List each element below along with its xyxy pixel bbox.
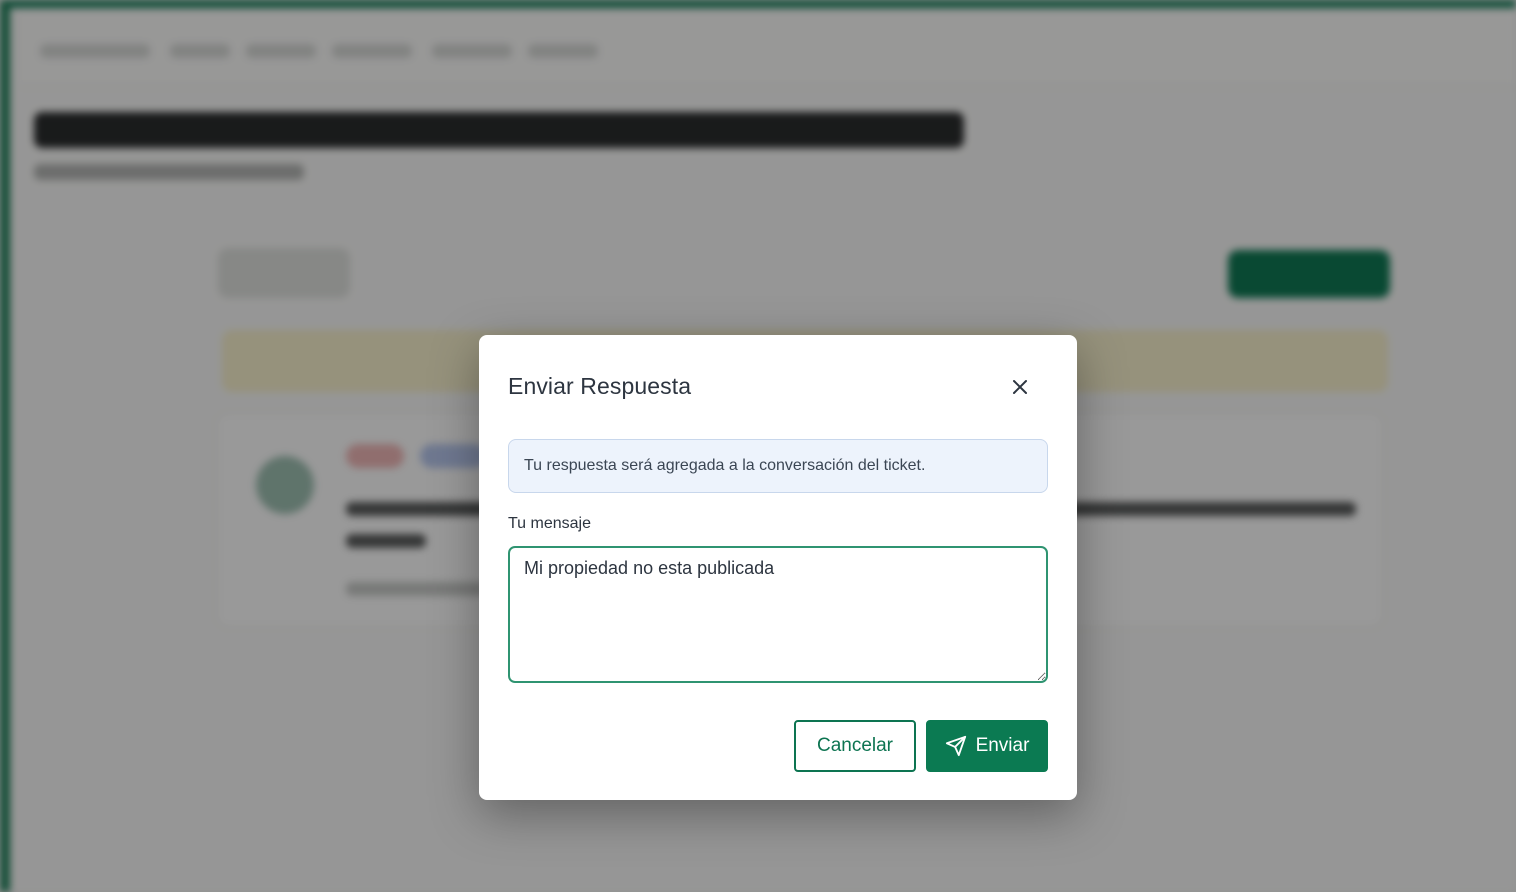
modal-title: Enviar Respuesta: [508, 373, 692, 399]
close-button[interactable]: [1006, 373, 1034, 401]
reply-modal: Enviar Respuesta Tu respuesta será agreg…: [479, 335, 1077, 800]
cancel-button[interactable]: Cancelar: [794, 720, 916, 772]
message-label: Tu mensaje: [508, 515, 591, 532]
send-button[interactable]: Enviar: [926, 720, 1048, 772]
cancel-button-label: Cancelar: [816, 735, 894, 756]
close-icon: [1010, 377, 1030, 397]
info-alert-text: Tu respuesta será agregada a la conversa…: [524, 457, 926, 474]
send-button-label: Enviar: [975, 735, 1030, 756]
info-alert: Tu respuesta será agregada a la conversa…: [508, 439, 1048, 493]
send-icon: [945, 735, 967, 757]
message-textarea[interactable]: Mi propiedad no esta publicada: [508, 546, 1048, 683]
